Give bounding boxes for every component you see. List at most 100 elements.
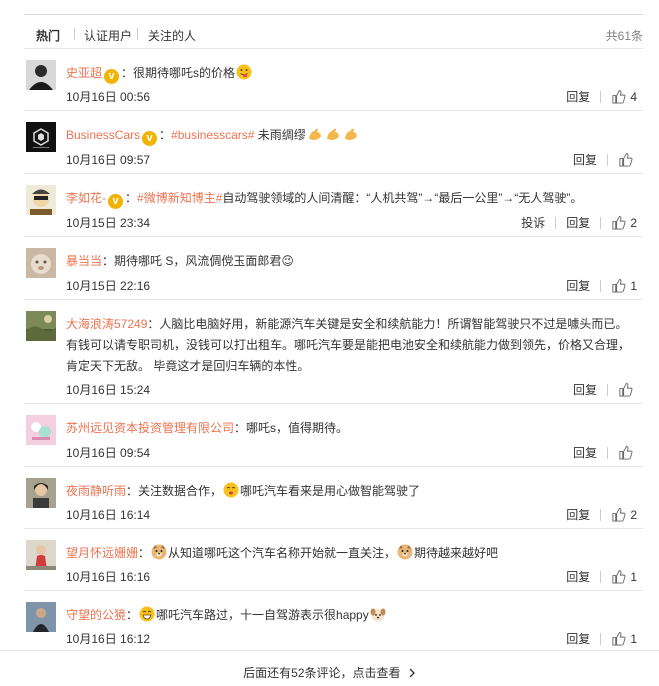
comment-time: 10月16日 16:16 [66,570,151,584]
reply-button[interactable]: 回复 [573,381,597,398]
comment-actions: 回复 [573,151,637,168]
comment-body: ：期待哪吒 S，风流倜傥玉面郎君😉 [102,254,294,268]
like-button[interactable]: 1 [611,569,637,584]
like-count: 1 [630,569,637,584]
topic-link[interactable]: #businesscars# [171,128,254,142]
verified-badge-icon: v [104,69,120,84]
comment-time: 10月16日 00:56 [66,90,151,104]
like-button[interactable] [618,152,637,167]
like-button[interactable]: 2 [611,215,637,230]
avatar[interactable] [26,478,56,508]
avatar[interactable] [26,185,56,215]
reply-button[interactable]: 回复 [573,151,597,168]
avatar[interactable] [26,602,56,632]
comment-body: ：哪吒s，值得期待。 [234,421,349,435]
avatar[interactable] [26,415,56,445]
divider [607,153,608,166]
comment-text: 李如花-v ：#微博新知博主#自动驾驶领域的人间清醒：“人机共驾”→“最后一公里”… [66,188,637,209]
username-link[interactable]: 苏州远见资本投资管理有限公司 [66,421,234,435]
tab-hot[interactable]: 热门 [36,27,60,44]
divider [600,90,602,103]
reply-button[interactable]: 回复 [573,444,597,461]
reply-button[interactable]: 回复 [566,214,590,231]
reply-button[interactable]: 回复 [566,630,590,647]
comment-text: 夜雨静听雨：关注数据合作， 哪吒汽车看来是用心做智能驾驶了 [66,481,637,502]
comment-actions: 回复 1 [566,277,637,294]
topic-link[interactable]: #微博新知博主# [137,191,222,205]
username-link[interactable]: 大海浪涛57249 [66,317,147,331]
comment-body: 哪吒汽车路过，十一自驾游表示很happy [156,608,369,622]
divider [555,216,557,229]
thumbs-up-icon [612,507,626,522]
divider [600,216,602,229]
avatar[interactable] [26,122,56,152]
load-more-link[interactable]: 后面还有52条评论，点击查看 [0,664,659,681]
load-more-bar: 后面还有52条评论，点击查看 [0,650,659,686]
reply-button[interactable]: 回复 [566,568,590,585]
like-button[interactable] [618,445,637,460]
comment-actions: 回复 [573,444,637,461]
comment-separator: ： [159,128,172,142]
thumbs-up-icon [612,278,626,293]
comment-item: 大海浪涛57249：人脑比电脑好用，新能源汽车关键是安全和续航能力！所谓智能驾驶… [24,299,643,404]
doge-emoji [151,544,167,560]
grin-face-emoji [139,606,155,622]
like-count: 4 [630,89,637,104]
comment-text: 望月怀远姗姗： 从知道哪吒这个汽车名称开始就一直关注， 期待越来越好吧 [66,543,637,564]
verified-badge-icon: v [142,131,158,146]
report-button[interactable]: 投诉 [521,214,545,231]
like-count: 2 [630,215,637,230]
comment-separator: ： [126,608,139,622]
top-divider [24,14,643,15]
divider [607,446,608,459]
comment-time: 10月16日 15:24 [66,383,151,397]
comment-time: 10月15日 23:34 [66,216,151,230]
comment-time: 10月15日 22:16 [66,279,151,293]
like-button[interactable]: 1 [611,278,637,293]
comment-text: 暴当当：期待哪吒 S，风流倜傥玉面郎君😉 [66,251,637,272]
username-link[interactable]: 夜雨静听雨 [66,484,126,498]
like-button[interactable] [618,382,637,397]
comment-text: BusinessCars v ：#businesscars# 未雨绸缪 [66,125,637,146]
thumbs-up-icon [612,89,626,104]
avatar[interactable] [26,60,56,90]
like-button[interactable]: 1 [611,631,637,646]
tongue-face-emoji [236,64,252,80]
doge-emoji [397,544,413,560]
divider [600,570,602,583]
comment-body: 自动驾驶领域的人间清醒：“人机共驾”→“最后一公里”→“无人驾驶”。 [222,191,583,205]
thumbs-up-icon [619,445,633,460]
tab-following[interactable]: 关注的人 [148,27,196,44]
comment-body: 哪吒汽车看来是用心做智能驾驶了 [240,484,421,498]
comment-time: 10月16日 16:12 [66,632,151,646]
reply-button[interactable]: 回复 [566,506,590,523]
avatar[interactable] [26,540,56,570]
username-link[interactable]: 暴当当 [66,254,102,268]
reply-button[interactable]: 回复 [566,88,590,105]
like-button[interactable]: 4 [611,89,637,104]
username-link[interactable]: 守望的公獍 [66,608,126,622]
chevron-right-icon [408,666,416,680]
comment-tabs: 热门 认证用户 关注的人 共61条 [24,22,643,48]
comment-total-count: 共61条 [605,29,643,43]
username-link[interactable]: 望月怀远姗姗 [66,546,138,560]
thumbs-up-icon [612,569,626,584]
username-link[interactable]: 李如花- [66,191,106,205]
divider [607,383,608,396]
username-link[interactable]: BusinessCars [66,128,140,142]
like-button[interactable]: 2 [611,507,637,522]
comment-item: 守望的公獍： 哪吒汽车路过，十一自驾游表示很happy 10月16日 16:12 … [24,590,643,651]
comment-text: 大海浪涛57249：人脑比电脑好用，新能源汽车关键是安全和续航能力！所谓智能驾驶… [66,314,637,377]
comment-actions: 投诉 回复 2 [521,214,637,231]
comment-item: 苏州远见资本投资管理有限公司：哪吒s，值得期待。 10月16日 09:54 回复 [24,403,643,467]
avatar[interactable] [26,248,56,278]
avatar[interactable] [26,311,56,341]
divider [600,279,602,292]
reply-button[interactable]: 回复 [566,277,590,294]
like-count: 1 [630,631,637,646]
username-link[interactable]: 史亚超 [66,66,102,80]
verified-badge-icon: v [108,194,123,209]
thumbs-up-icon [619,382,633,397]
divider [600,632,602,645]
tab-verified-users[interactable]: 认证用户 [84,27,132,44]
